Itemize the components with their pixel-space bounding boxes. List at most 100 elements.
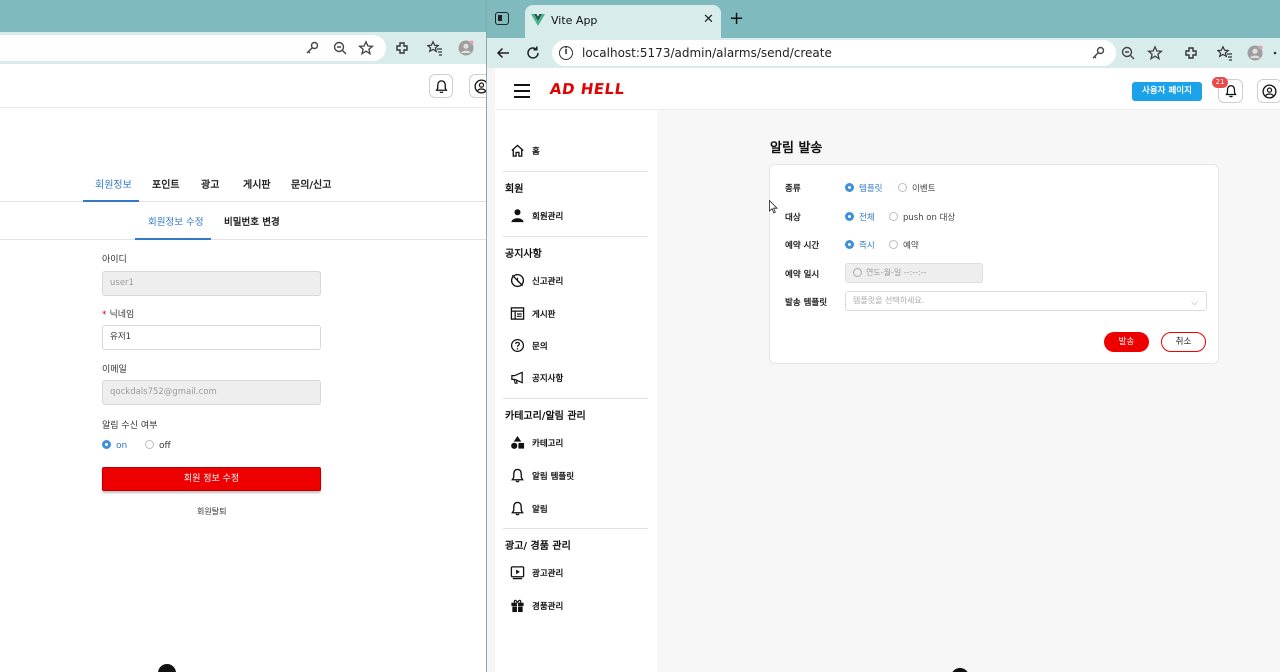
required-mark: * [102, 310, 107, 320]
scroll-top-button[interactable] [158, 664, 176, 672]
tab-ads[interactable]: 광고 [201, 176, 219, 191]
site-info-icon[interactable]: i [559, 46, 573, 60]
tab-member-info[interactable]: 회원정보 [95, 176, 132, 191]
reload-icon[interactable] [523, 43, 543, 63]
schedule-now-radio[interactable]: 즉시 [845, 239, 875, 251]
send-button[interactable]: 발송 [1104, 332, 1149, 352]
active-subtab-indicator [135, 238, 211, 240]
target-push-radio[interactable]: push on 대상 [889, 211, 955, 223]
sidebar-divider [503, 171, 648, 172]
sidebar-item-ad-manage[interactable]: 광고관리 [510, 565, 563, 580]
target-label: 대상 [785, 213, 801, 223]
user-page-button[interactable]: 사용자 페이지 [1132, 82, 1202, 101]
browser-tab-vite-app[interactable]: Vite App ✕ [525, 5, 721, 38]
update-member-button[interactable]: 회원 정보 수정 [102, 467, 321, 491]
new-tab-button[interactable]: + [729, 10, 744, 28]
sidebar-item-alarm[interactable]: 알림 [510, 501, 548, 516]
tab-board[interactable]: 게시판 [243, 176, 271, 191]
clock-icon [853, 268, 862, 277]
admin-header: AD HELL 사용자 페이지 21 [495, 68, 1280, 110]
alarm-off-radio[interactable]: off [145, 440, 171, 451]
key-icon[interactable] [302, 38, 322, 58]
favorites-icon[interactable] [1215, 43, 1235, 63]
right-browser-window: Vite App ✕ + i localhost:5173/admin/alar… [486, 0, 1280, 672]
target-all-radio[interactable]: 전체 [845, 211, 875, 223]
sidebar-item-report-manage[interactable]: 신고관리 [510, 273, 563, 288]
radio-checked-icon [102, 440, 111, 449]
reservation-datetime-input[interactable]: 연도-월-일 --:--:-- [845, 263, 983, 283]
alarm-on-label: on [116, 441, 128, 451]
back-icon[interactable] [493, 43, 513, 63]
sidebar-item-prize-manage[interactable]: 경품관리 [510, 598, 563, 613]
close-tab-icon[interactable]: ✕ [703, 12, 714, 27]
tab-points[interactable]: 포인트 [152, 176, 180, 191]
target-all-label: 전체 [859, 213, 875, 223]
radio-unchecked-icon [898, 183, 907, 192]
sidebar-label-member-manage: 회원관리 [532, 211, 564, 222]
alarm-off-label: off [159, 441, 171, 451]
vue-logo-icon [531, 14, 545, 26]
person-icon [511, 209, 524, 223]
type-event-radio[interactable]: 이벤트 [898, 182, 935, 194]
menu-icon[interactable] [514, 84, 530, 98]
zoom-icon[interactable] [1118, 43, 1138, 63]
sidebar-item-board[interactable]: 게시판 [510, 306, 555, 321]
star-icon[interactable] [356, 38, 376, 58]
scroll-top-button[interactable] [951, 668, 969, 672]
sidebar-item-home[interactable]: 홈 [510, 143, 540, 158]
extensions-icon[interactable] [392, 38, 412, 58]
target-push-label: push on 대상 [903, 213, 956, 223]
subtab-edit-info[interactable]: 회원정보 수정 [148, 214, 203, 228]
sidebar-item-notice[interactable]: 공지사항 [510, 370, 563, 385]
bell-icon [511, 468, 524, 483]
alarm-send-form: 종류 템플릿 이벤트 대상 전체 push on 대상 예약 시간 즉시 예약 … [769, 164, 1219, 364]
left-site-header [0, 64, 486, 108]
tab-inquiry-report[interactable]: 문의/신고 [291, 176, 331, 191]
tab-actions-icon[interactable] [495, 12, 509, 25]
datetime-placeholder: 연도-월-일 --:--:-- [866, 268, 927, 277]
schedule-now-label: 즉시 [859, 241, 875, 251]
left-address-bar [0, 32, 486, 64]
sidebar-section-ad: 광고/ 경품 관리 [505, 541, 571, 552]
key-icon[interactable] [1088, 43, 1108, 63]
user-button[interactable] [1257, 79, 1280, 103]
cancel-button[interactable]: 취소 [1161, 332, 1206, 352]
sidebar-divider [503, 236, 648, 237]
left-url-field[interactable] [0, 35, 386, 61]
sidebar-divider [503, 398, 648, 399]
template-placeholder: 템플릿을 선택하세요. [853, 296, 925, 305]
type-event-label: 이벤트 [912, 184, 936, 194]
bell-button[interactable] [429, 74, 453, 98]
mouse-cursor-icon [769, 200, 778, 214]
star-icon[interactable] [1145, 43, 1165, 63]
template-select[interactable]: 템플릿을 선택하세요. ⌵ [845, 291, 1207, 311]
url-field[interactable]: i localhost:5173/admin/alarms/send/creat… [552, 40, 1116, 66]
sidebar-item-alarm-template[interactable]: 알림 템플릿 [510, 468, 574, 483]
profile-icon[interactable] [1245, 43, 1265, 63]
schedule-reserve-radio[interactable]: 예약 [889, 239, 919, 251]
alarm-on-radio[interactable]: on [102, 440, 127, 451]
alarm-receive-label: 알림 수신 여부 [102, 421, 158, 431]
notification-count-badge: 21 [1212, 77, 1228, 88]
active-tab-indicator [83, 200, 139, 202]
zoom-icon[interactable] [330, 38, 350, 58]
sidebar-item-member-manage[interactable]: 회원관리 [510, 208, 563, 223]
sidebar-label-alarm-template: 알림 템플릿 [532, 471, 575, 482]
sidebar-item-category[interactable]: 카테고리 [510, 435, 563, 450]
sidebar-item-inquiry[interactable]: 문의 [510, 338, 548, 353]
ad-hell-logo[interactable]: AD HELL [549, 80, 626, 98]
user-button[interactable] [469, 74, 486, 98]
profile-icon[interactable] [456, 38, 476, 58]
withdraw-link[interactable]: 회원탈퇴 [197, 506, 226, 517]
radio-unchecked-icon [889, 240, 898, 249]
favorites-icon[interactable] [425, 38, 445, 58]
subtab-change-password[interactable]: 비밀번호 변경 [224, 214, 280, 228]
page-title: 알림 발송 [770, 141, 823, 156]
type-template-radio[interactable]: 템플릿 [845, 182, 882, 194]
sidebar-label-prize-manage: 경품관리 [532, 601, 564, 612]
nickname-field[interactable]: 유저1 [102, 325, 321, 350]
admin-sidebar: 홈 회원 회원관리 공지사항 신고관리 게시판 문의 공지사항 카테고리/알림 … [495, 110, 657, 672]
url-text: localhost:5173/admin/alarms/send/create [582, 46, 832, 60]
more-icon[interactable] [1269, 43, 1280, 63]
extensions-icon[interactable] [1181, 43, 1201, 63]
